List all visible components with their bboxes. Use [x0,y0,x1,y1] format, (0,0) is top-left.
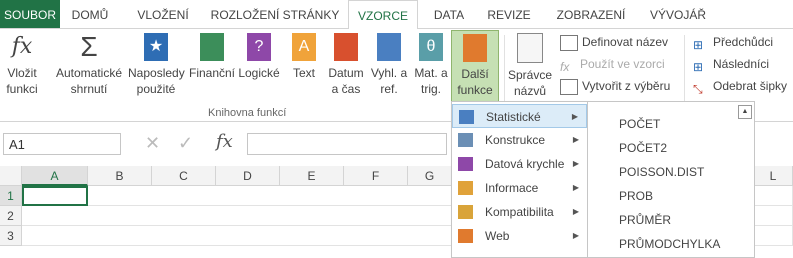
cell-a1[interactable] [22,186,88,206]
column-header[interactable]: A [22,166,88,186]
trace-dependents-button[interactable]: ⊞ Následníci [693,55,769,74]
tab-formulas[interactable]: VZORCE [348,0,418,30]
menu-item-compatibility[interactable]: Kompatibilita ▶ [452,200,587,224]
tab-review[interactable]: REVIZE [486,0,532,28]
cube-icon [458,157,473,171]
menu-item-engineering[interactable]: Konstrukce ▶ [452,128,587,152]
text-book-icon: A [292,33,316,61]
use-in-formula-button[interactable]: fx Použít ve vzorci [560,55,665,74]
group-label-function-library: Knihovna funkcí [208,107,287,119]
menu-item-statistical[interactable]: Statistické ▶ [452,104,587,128]
formula-input[interactable] [247,133,447,155]
cell-l1[interactable] [754,186,793,206]
more-functions-button[interactable]: Další funkce [451,30,499,103]
function-item[interactable]: PROB [619,189,653,203]
fx-icon: fx [11,34,33,59]
insert-function-button[interactable]: fx Vložit funkci [2,33,42,97]
statistical-icon [459,110,474,124]
function-item[interactable]: PRŮMĚR [619,213,671,227]
menu-item-cube[interactable]: Datová krychle ▶ [452,152,587,176]
scroll-up-icon[interactable]: ▲ [738,105,752,119]
column-header[interactable]: D [216,166,280,186]
remove-arrows-button[interactable]: ⤡ Odebrat šipky [693,77,787,96]
column-header[interactable]: B [88,166,152,186]
function-item[interactable]: POČET2 [619,141,667,155]
cell-l2[interactable] [754,206,793,226]
name-manager-button[interactable]: Správce názvů [507,33,553,99]
enter-icon[interactable]: ✓ [178,133,193,154]
lookup-ref-button[interactable]: Vyhl. a ref. [368,33,410,97]
trace-precedents-button[interactable]: ⊞ Předchůdci [693,33,773,52]
sigma-icon: Σ [80,31,98,62]
name-box[interactable]: A1 [3,133,121,155]
select-all-corner[interactable] [0,166,22,186]
column-header[interactable]: E [280,166,344,186]
warning-icon [458,205,473,219]
more-book-icon [463,34,487,62]
create-from-selection-button[interactable]: Vytvořit z výběru [560,77,670,95]
cell-row-2[interactable] [22,206,452,226]
precedents-icon: ⊞ [693,37,704,52]
cancel-icon[interactable]: ✕ [145,133,160,154]
tag-icon [517,33,543,63]
theta-book-icon: θ [419,33,443,61]
cell-row-3[interactable] [22,226,452,246]
info-icon [458,181,473,195]
define-name-icon [560,34,578,51]
row-header[interactable]: 1 [0,186,22,206]
cell-row-1[interactable] [88,186,452,206]
remove-arrows-icon: ⤡ [693,81,703,96]
cell-l3[interactable] [754,226,793,246]
menu-item-information[interactable]: Informace ▶ [452,176,587,200]
function-item[interactable]: PRŮMODCHYLKA [619,237,720,251]
recently-used-button[interactable]: ★ Naposledy použité [128,33,185,97]
calendar-book-icon [334,33,358,61]
fx-small-icon: fx [560,59,570,74]
column-header[interactable]: L [754,166,793,186]
autosum-button[interactable]: Σ Automatické shrnutí [54,33,124,97]
chevron-right-icon: ▶ [571,112,578,121]
column-header[interactable]: C [152,166,216,186]
chevron-right-icon: ▶ [572,159,579,168]
column-header[interactable]: G [408,166,452,186]
web-icon [458,229,473,243]
question-book-icon: ? [247,33,271,61]
logical-button[interactable]: ? Logické [238,33,280,81]
financial-button[interactable]: Finanční [188,33,236,81]
statistical-submenu: ▲ POČET POČET2 POISSON.DIST PROB PRŮMĚR … [587,101,755,258]
engineering-icon [458,133,473,147]
function-item[interactable]: POČET [619,117,660,131]
chevron-right-icon: ▶ [572,183,579,192]
chevron-right-icon: ▶ [572,135,579,144]
math-trig-button[interactable]: θ Mat. a trig. [410,33,452,97]
lookup-book-icon [377,33,401,61]
tab-data[interactable]: DATA [426,0,472,28]
financial-book-icon [200,33,224,61]
date-time-button[interactable]: Datum a čas [326,33,366,97]
tab-view[interactable]: ZOBRAZENÍ [550,0,632,28]
row-header[interactable]: 3 [0,226,22,246]
star-book-icon: ★ [144,33,168,61]
tab-insert[interactable]: VLOŽENÍ [128,0,198,28]
column-header[interactable]: F [344,166,408,186]
text-button[interactable]: A Text [286,33,322,81]
create-selection-icon [560,78,578,95]
define-name-button[interactable]: Definovat název [560,33,668,51]
ribbon-tabs: SOUBOR DOMŮ VLOŽENÍ ROZLOŽENÍ STRÁNKY VZ… [0,0,793,30]
tab-developer[interactable]: VÝVOJÁŘ [646,0,710,28]
menu-item-web[interactable]: Web ▶ [452,224,587,248]
tab-page-layout[interactable]: ROZLOŽENÍ STRÁNKY [210,0,340,28]
tab-file[interactable]: SOUBOR [0,0,60,28]
tab-home[interactable]: DOMŮ [66,0,114,28]
chevron-right-icon: ▶ [572,231,579,240]
insert-function-icon[interactable]: fx [216,131,233,152]
chevron-right-icon: ▶ [572,207,579,216]
dependents-icon: ⊞ [693,59,704,74]
more-functions-menu: Statistické ▶ Konstrukce ▶ Datová krychle ▶… [451,101,588,258]
function-item[interactable]: POISSON.DIST [619,165,704,179]
row-header[interactable]: 2 [0,206,22,226]
